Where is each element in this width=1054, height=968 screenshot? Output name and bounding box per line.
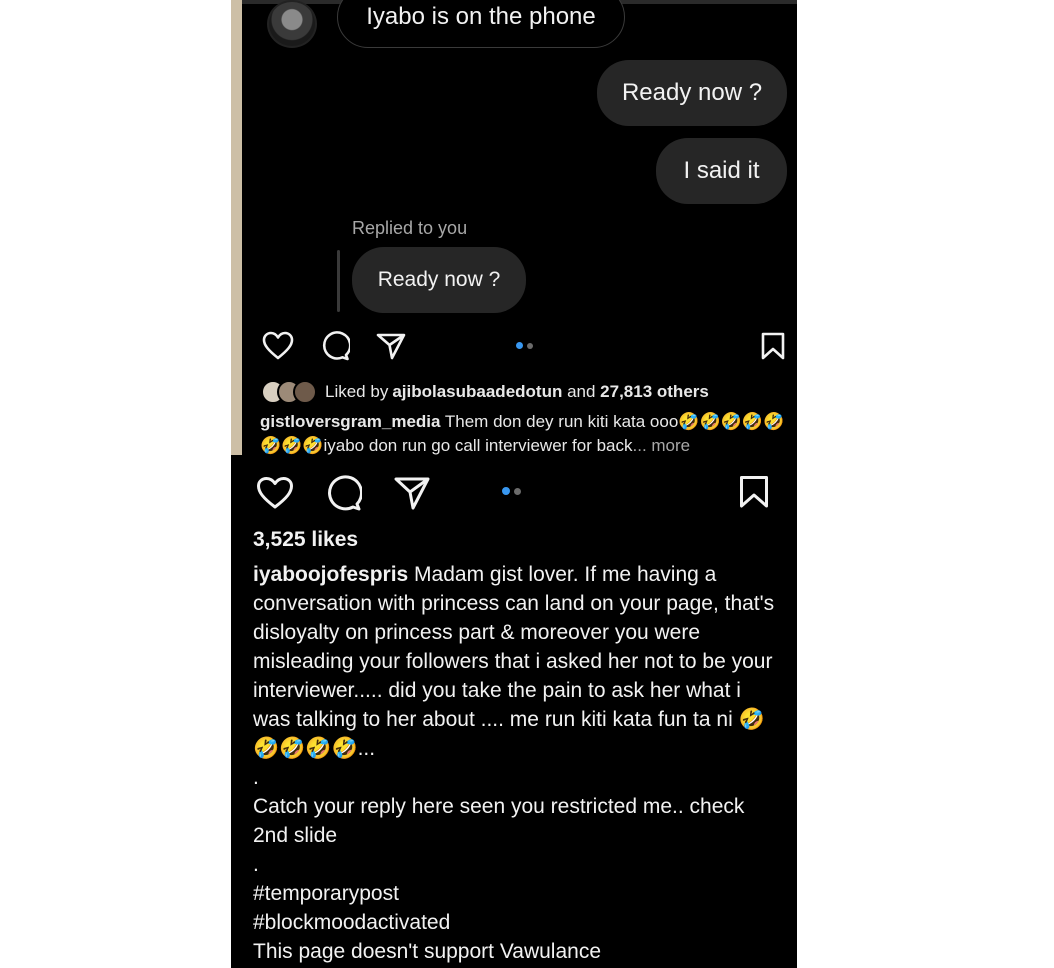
- caption-separator: .: [253, 766, 259, 789]
- caption-username-link[interactable]: gistloversgram_media: [260, 412, 440, 431]
- inner-post-caption: gistloversgram_media Them don dey run ki…: [260, 410, 790, 458]
- caption-text: Catch your reply here seen you restricte…: [253, 795, 745, 847]
- carousel-dot-active: [502, 487, 510, 495]
- caption-separator: .: [253, 853, 259, 876]
- liked-by-count[interactable]: 27,813 others: [600, 382, 709, 402]
- comment-icon[interactable]: [320, 331, 350, 361]
- received-message-bubble: Iyabo is on the phone: [337, 0, 625, 48]
- phone-screen: Iyabo is on the phone Ready now ? I said…: [231, 0, 797, 968]
- reply-message-text: Ready now ?: [377, 268, 501, 291]
- liked-by-user-link[interactable]: ajibolasubaadedotun: [392, 382, 562, 402]
- liked-by-row: Liked by ajibolasubaadedotun and 27,813 …: [261, 380, 709, 404]
- carousel-dot-active: [516, 342, 523, 349]
- sent-message-bubble: Ready now ?: [597, 60, 787, 126]
- share-icon[interactable]: [394, 476, 430, 510]
- replied-label: Replied to you: [352, 218, 468, 238]
- sent-message-text: I said it: [683, 157, 760, 184]
- bookmark-icon[interactable]: [739, 475, 769, 509]
- hashtag-link[interactable]: #temporarypost: [253, 879, 783, 908]
- carousel-dot: [527, 342, 533, 349]
- heart-icon[interactable]: [256, 476, 294, 510]
- liked-by-prefix: Liked by: [325, 382, 389, 401]
- carousel-indicator: [502, 487, 521, 495]
- avatar: [267, 0, 317, 48]
- liked-by-and: and: [562, 382, 601, 401]
- bookmark-icon[interactable]: [761, 332, 785, 360]
- avatar: [293, 380, 317, 404]
- comment-icon[interactable]: [326, 475, 362, 511]
- inner-action-bar: [262, 331, 406, 361]
- carousel-indicator: [516, 342, 533, 349]
- reply-message-bubble: Ready now ?: [352, 247, 526, 313]
- embedded-screenshot-border: [231, 0, 242, 455]
- carousel-dot: [514, 487, 521, 495]
- post-caption: iyaboojofespris Madam gist lover. If me …: [253, 560, 783, 966]
- caption-text: Madam gist lover. If me having a convers…: [253, 563, 775, 760]
- caption-text: This page doesn't support Vawulance: [253, 940, 602, 963]
- caption-text: Them don dey run kiti kata ooo🤣🤣🤣🤣🤣: [440, 412, 785, 431]
- received-message-text: Iyabo is on the phone: [366, 3, 596, 30]
- liked-by-avatars: [261, 380, 317, 404]
- embedded-screenshot: Iyabo is on the phone Ready now ? I said…: [231, 0, 797, 455]
- hashtag-link[interactable]: #blockmoodactivated: [253, 908, 783, 937]
- share-icon[interactable]: [376, 332, 406, 360]
- more-link[interactable]: ... more: [633, 436, 691, 455]
- reply-indicator-line: [337, 250, 340, 312]
- heart-icon[interactable]: [262, 331, 294, 361]
- caption-username-link[interactable]: iyaboojofespris: [253, 563, 408, 586]
- post-action-bar: [256, 475, 430, 511]
- sent-message-bubble: I said it: [656, 138, 787, 204]
- likes-count[interactable]: 3,525 likes: [253, 528, 358, 552]
- caption-text: 🤣🤣🤣iyabo don run go call interviewer for…: [260, 436, 633, 455]
- sent-message-text: Ready now ?: [621, 79, 763, 106]
